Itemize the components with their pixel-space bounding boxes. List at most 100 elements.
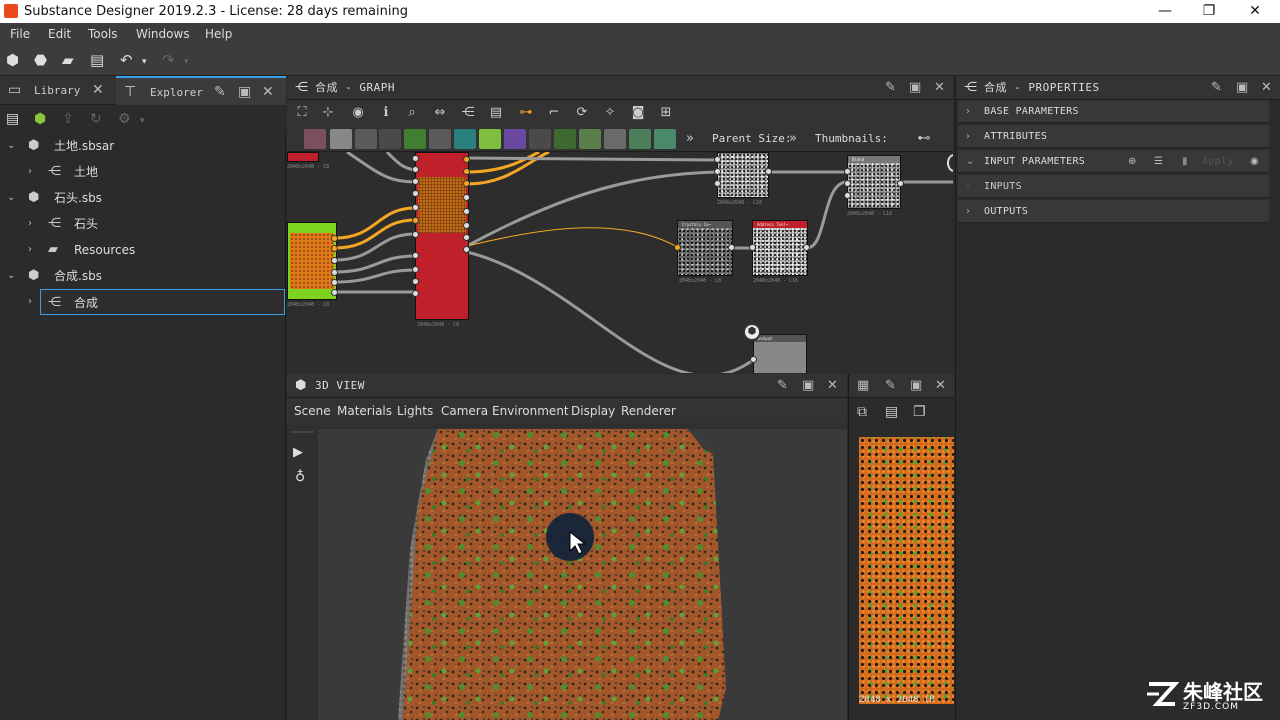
- node-output-port[interactable]: [728, 244, 735, 251]
- close-icon[interactable]: ✕: [92, 76, 104, 105]
- float-icon[interactable]: ▣: [910, 374, 922, 398]
- wrench-icon[interactable]: ✧: [601, 104, 619, 122]
- reload-icon[interactable]: ↻: [90, 111, 102, 127]
- node-output-port[interactable]: [897, 180, 904, 187]
- node-output-port[interactable]: [463, 208, 470, 215]
- node-input-port[interactable]: [714, 156, 721, 163]
- link-icon[interactable]: ⊶: [517, 104, 535, 122]
- undo-icon[interactable]: ↶: [120, 52, 133, 68]
- node-input-port[interactable]: [412, 217, 419, 224]
- graph-node-address[interactable]: Address Tool~: [752, 220, 808, 276]
- align-icon[interactable]: ⇔: [431, 104, 449, 122]
- node-input-port[interactable]: [674, 244, 681, 251]
- undo-dropdown-icon[interactable]: ▾: [142, 54, 147, 70]
- pattern-node-icon[interactable]: [330, 129, 352, 149]
- tree-item-package[interactable]: ⌄ ⬢ 合成.sbs: [0, 263, 286, 289]
- save-icon[interactable]: ▤: [90, 52, 104, 68]
- node-output-port[interactable]: [331, 245, 338, 252]
- minimize-button[interactable]: —: [1142, 0, 1188, 23]
- visibility-icon[interactable]: ◉: [1250, 150, 1259, 173]
- settings-icon[interactable]: ⚙: [118, 111, 131, 127]
- graph-node-blend[interactable]: Blend: [847, 155, 901, 209]
- export-icon[interactable]: ⧉: [857, 404, 867, 420]
- float-icon[interactable]: ▣: [909, 76, 921, 100]
- thumbnail-toggle-icon[interactable]: ⊷: [915, 130, 933, 148]
- node-output-port[interactable]: [463, 168, 470, 175]
- node-output-port[interactable]: [331, 289, 338, 296]
- node-output-port[interactable]: [331, 269, 338, 276]
- copy-icon[interactable]: ❐: [913, 404, 926, 420]
- node-output-port[interactable]: [463, 222, 470, 229]
- tab-library[interactable]: ▭ Library ✕: [0, 76, 114, 105]
- node-input-port[interactable]: [412, 266, 419, 273]
- add-parameter-icon[interactable]: ⊕: [1128, 150, 1137, 173]
- graph-canvas[interactable]: 2048x2048 - C8 2048x2048 - C8 2048x2048 …: [287, 152, 953, 373]
- checker-icon[interactable]: ▦: [857, 374, 869, 398]
- menu-renderer[interactable]: Renderer: [621, 404, 676, 418]
- close-window-button[interactable]: ✕: [1232, 0, 1278, 23]
- normal-node-icon[interactable]: [629, 129, 651, 149]
- new-graph-icon[interactable]: ⬣: [34, 52, 47, 68]
- levels-node-icon[interactable]: [604, 129, 626, 149]
- preview-icon[interactable]: ◙: [629, 104, 647, 122]
- grid-node-icon[interactable]: [529, 129, 551, 149]
- info-icon[interactable]: ℹ: [377, 104, 395, 122]
- frame-all-icon[interactable]: ⛶: [293, 104, 311, 122]
- pin-icon[interactable]: ✎: [1211, 76, 1222, 100]
- new-package-icon[interactable]: ⬢: [6, 52, 19, 68]
- section-inputs[interactable]: › INPUTS: [958, 175, 1269, 198]
- close-icon[interactable]: ✕: [262, 78, 274, 107]
- close-icon[interactable]: ✕: [934, 76, 945, 100]
- drop-node-icon[interactable]: [355, 129, 377, 149]
- node-output-port[interactable]: [331, 279, 338, 286]
- node-input-port[interactable]: [844, 180, 851, 187]
- node-input-port[interactable]: [844, 168, 851, 175]
- graph-node-output[interactable]: Output: [753, 334, 807, 373]
- frame-selected-icon[interactable]: ⊹: [319, 104, 337, 122]
- node-input-port[interactable]: [412, 290, 419, 297]
- save-icon[interactable]: ▤: [6, 111, 19, 127]
- node-output-port[interactable]: [463, 180, 470, 187]
- 3d-viewport[interactable]: [318, 429, 847, 720]
- menu-scene[interactable]: Scene: [294, 404, 331, 418]
- graph-node-noise[interactable]: [717, 152, 769, 198]
- chevron-right-icon[interactable]: ›: [28, 289, 32, 315]
- apply-button[interactable]: Apply: [1202, 150, 1234, 173]
- settings-dropdown-icon[interactable]: ▾: [140, 113, 145, 129]
- chevron-down-icon[interactable]: ⌄: [7, 185, 15, 211]
- pin-icon[interactable]: ✎: [214, 78, 226, 107]
- preset-icon[interactable]: ▮: [1182, 150, 1188, 173]
- node-input-port[interactable]: [412, 204, 419, 211]
- float-icon[interactable]: ▣: [802, 374, 814, 398]
- refresh-icon[interactable]: ⟳: [573, 104, 591, 122]
- menu-environment[interactable]: Environment: [492, 404, 569, 418]
- list-icon[interactable]: ☰: [1154, 150, 1163, 173]
- tree-item-folder[interactable]: › ▰ Resources: [0, 237, 286, 263]
- section-input-parameters[interactable]: ⌄ INPUT PARAMETERS ⊕ ☰ ▮ Apply ◉: [958, 150, 1269, 173]
- gradient-node-icon[interactable]: [479, 129, 501, 149]
- node-input-port[interactable]: [412, 190, 419, 197]
- tree-item-package[interactable]: ⌄ ⬢ 土地.sbsar: [0, 133, 286, 159]
- menu-windows[interactable]: Windows: [136, 27, 190, 41]
- blend-node-icon[interactable]: [429, 129, 451, 149]
- menu-file[interactable]: File: [10, 27, 30, 41]
- redo-dropdown-icon[interactable]: ▾: [184, 54, 189, 70]
- chevron-down-icon[interactable]: ⌄: [7, 133, 15, 159]
- search-icon[interactable]: ⌕: [403, 104, 421, 122]
- chevron-down-icon[interactable]: ⌄: [7, 263, 15, 289]
- tree-item-package[interactable]: ⌄ ⬢ 石头.sbs: [0, 185, 286, 211]
- section-base-parameters[interactable]: › BASE PARAMETERS: [958, 100, 1269, 123]
- tree-item-graph-selected[interactable]: ⋲ 合成: [40, 289, 285, 315]
- histogram-node-icon[interactable]: [654, 129, 676, 149]
- curve-node-icon[interactable]: [404, 129, 426, 149]
- screenshot-icon[interactable]: ◉: [349, 104, 367, 122]
- chevron-right-icon[interactable]: ›: [28, 211, 32, 237]
- connector-icon[interactable]: ⌐: [545, 104, 563, 122]
- graph-node-input[interactable]: [287, 222, 337, 300]
- menu-display[interactable]: Display: [571, 404, 615, 418]
- menu-lights[interactable]: Lights: [397, 404, 433, 418]
- float-icon[interactable]: ▣: [238, 78, 251, 107]
- node-input-port[interactable]: [412, 166, 419, 173]
- table-icon[interactable]: ▤: [487, 104, 505, 122]
- tree-item-graph[interactable]: › ⋲ 石头: [0, 211, 286, 237]
